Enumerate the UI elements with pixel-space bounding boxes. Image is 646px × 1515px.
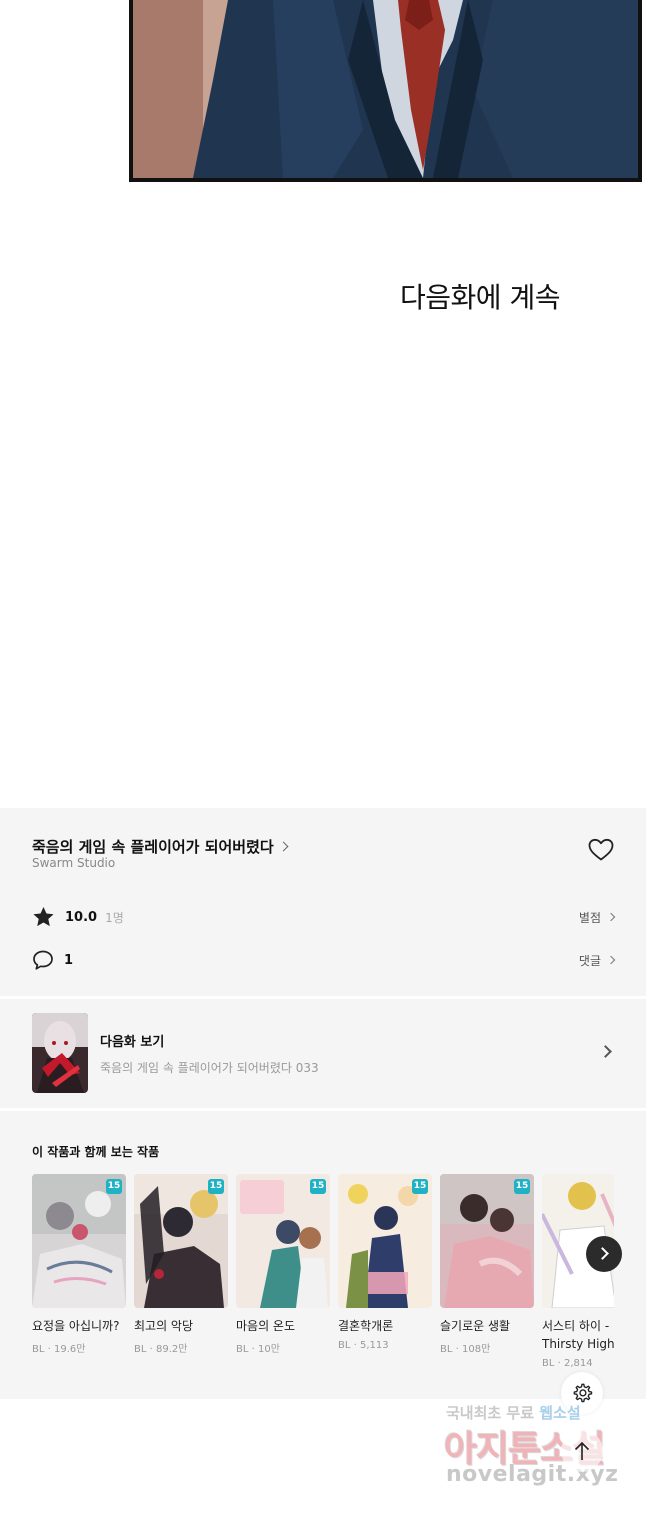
rating-score: 10.0 [65,909,98,925]
recommendation-cover: 15 [236,1174,330,1308]
recommendation-title: 최고의 악당 [134,1319,194,1333]
chevron-right-icon [278,841,289,852]
episode-info-section: 죽음의 게임 속 플레이어가 되어버렸다 Swarm Studio 10.0 1… [0,808,646,1399]
age-rating-badge: 15 [412,1179,428,1194]
recommendation-cover: 15 [32,1174,126,1308]
next-episode-thumbnail [32,1013,88,1093]
next-episode-label: 다음화 보기 [100,1034,165,1050]
recommendation-cover: 15 [134,1174,228,1308]
carousel-next-button[interactable] [586,1236,622,1272]
comment-icon [33,950,53,970]
recommendation-card[interactable]: 15 요정을 아십니까? BL · 19.6만 [32,1174,126,1369]
favorite-button[interactable] [588,838,614,862]
comic-panel-image [129,0,642,182]
recommendation-meta: BL · 2,814 [542,1358,593,1369]
comment-row: 1 댓글 [32,948,616,972]
age-rating-badge: 15 [208,1179,224,1194]
recommendations-heading: 이 작품과 함께 보는 작품 [32,1145,160,1159]
chevron-right-icon [606,955,616,965]
recommendation-card[interactable]: 15 슬기로운 생활 BL · 108만 [440,1174,534,1369]
recommendation-title: 슬기로운 생활 [440,1319,511,1333]
recommendation-title: 서스티 하이 -Thirsty High- [...] [542,1319,614,1351]
heart-icon [588,838,614,861]
recommendation-meta: BL · 108만 [440,1344,491,1355]
recommendations-carousel: 15 요정을 아십니까? BL · 19.6만 15 최고의 악당 BL · 8… [32,1174,614,1384]
age-rating-badge: 15 [310,1179,326,1194]
recommendation-cover: 15 [338,1174,432,1308]
chevron-right-icon [599,1045,612,1058]
recommendation-card[interactable]: 15 결혼학개론 BL · 5,113 [338,1174,432,1369]
series-title-link[interactable]: 죽음의 게임 속 플레이어가 되어버렸다 [32,836,289,857]
rating-link-label: 별점 [578,910,601,925]
recommendation-cover: 15 [440,1174,534,1308]
recommendation-title: 결혼학개론 [338,1319,394,1333]
recommendation-meta: BL · 10만 [236,1344,280,1355]
recommendation-title: 마음의 온도 [236,1319,296,1333]
recommendation-meta: BL · 89.2만 [134,1344,188,1355]
comic-artwork [133,0,638,178]
next-episode-link[interactable]: 다음화 보기 죽음의 게임 속 플레이어가 되어버렸다 033 [32,1013,614,1093]
recommendation-meta: BL · 5,113 [338,1340,389,1351]
rating-row: 10.0 1명 별점 [32,905,616,929]
section-divider [0,996,646,999]
arrow-up-icon [574,1441,590,1460]
recommendation-card[interactable]: 15 최고의 악당 BL · 89.2만 [134,1174,228,1369]
next-episode-title: 죽음의 게임 속 플레이어가 되어버렸다 033 [100,1060,319,1075]
series-title: 죽음의 게임 속 플레이어가 되어버렸다 [32,838,274,856]
rating-link[interactable]: 별점 [578,909,616,926]
comment-link[interactable]: 댓글 [578,952,616,969]
section-divider [0,1108,646,1111]
recommendation-title: 요정을 아십니까? [32,1319,120,1333]
rating-count: 1명 [105,910,124,925]
chevron-right-icon [596,1247,609,1260]
recommendation-meta: BL · 19.6만 [32,1344,86,1355]
star-icon [33,906,54,927]
age-rating-badge: 15 [514,1179,530,1194]
chevron-right-icon [606,912,616,922]
comment-count: 1 [64,952,74,968]
age-rating-badge: 15 [106,1179,122,1194]
comment-link-label: 댓글 [578,953,601,968]
recommendation-card[interactable]: 15 마음의 온도 BL · 10만 [236,1174,330,1369]
scroll-to-top-button[interactable] [561,1430,603,1472]
to-be-continued-caption: 다음화에 계속 [400,281,560,314]
series-studio: Swarm Studio [32,856,116,870]
